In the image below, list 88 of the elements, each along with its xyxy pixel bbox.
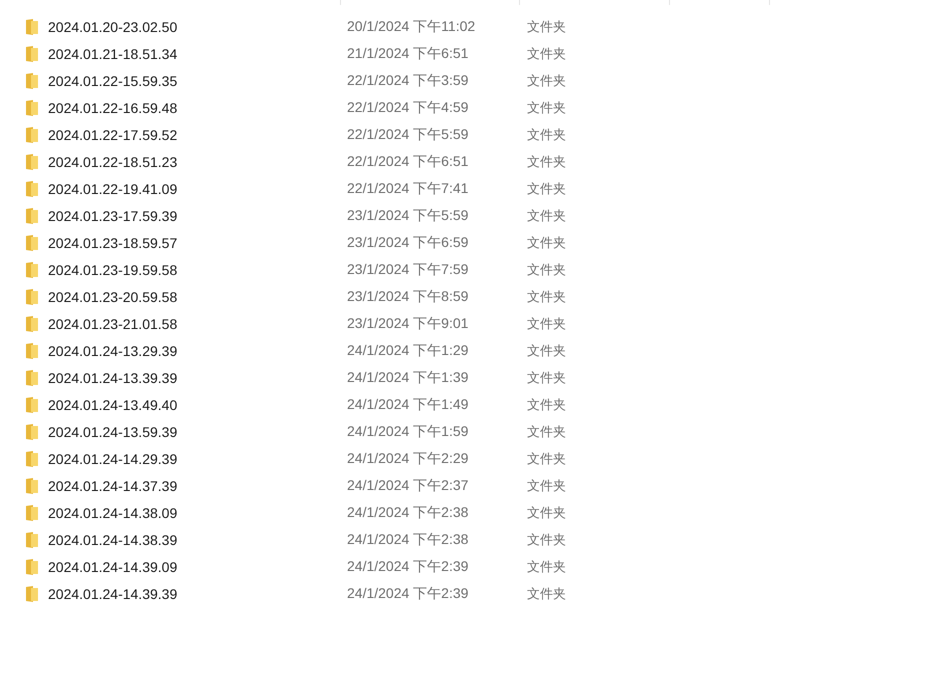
folder-name[interactable]: 2024.01.22-19.41.09 xyxy=(48,180,178,196)
file-type: 文件夹 xyxy=(526,180,567,198)
folder-icon xyxy=(26,208,38,224)
file-type: 文件夹 xyxy=(526,234,567,252)
file-type: 文件夹 xyxy=(526,316,567,332)
modified-date: 24/1/2024 下午2:38 xyxy=(346,504,470,522)
file-type: 文件夹 xyxy=(526,370,567,386)
modified-date: 24/1/2024 下午2:39 xyxy=(346,558,470,576)
folder-icon xyxy=(26,450,38,466)
folder-icon xyxy=(26,424,38,440)
folder-icon xyxy=(26,478,38,494)
modified-date: 24/1/2024 下午2:39 xyxy=(346,584,470,602)
folder-name[interactable]: 2024.01.23-21.01.58 xyxy=(48,316,178,332)
folder-icon xyxy=(26,532,38,548)
folder-name[interactable]: 2024.01.24-14.29.39 xyxy=(48,450,178,466)
modified-date: 24/1/2024 下午2:38 xyxy=(346,530,470,548)
folder-name[interactable]: 2024.01.24-14.39.09 xyxy=(48,558,178,574)
modified-date: 22/1/2024 下午7:41 xyxy=(346,180,470,198)
modified-date: 24/1/2024 下午2:37 xyxy=(346,476,470,494)
folder-icon xyxy=(26,46,38,62)
file-type: 文件夹 xyxy=(526,72,567,90)
folder-icon xyxy=(26,72,38,88)
folder-name[interactable]: 2024.01.24-13.39.39 xyxy=(48,370,178,386)
folder-name[interactable]: 2024.01.22-17.59.52 xyxy=(48,126,178,142)
folder-name[interactable]: 2024.01.24-14.38.39 xyxy=(48,532,178,548)
modified-date: 23/1/2024 下午8:59 xyxy=(346,288,470,306)
file-type: 文件夹 xyxy=(526,100,567,116)
file-type: 文件夹 xyxy=(526,46,567,62)
folder-icon xyxy=(26,18,38,34)
folder-icon xyxy=(26,180,38,196)
folder-icon xyxy=(26,342,38,358)
modified-date: 22/1/2024 下午5:59 xyxy=(346,126,470,144)
modified-date: 23/1/2024 下午9:01 xyxy=(346,314,470,332)
file-type: 文件夹 xyxy=(526,154,567,170)
folder-icon xyxy=(26,288,38,304)
modified-date: 24/1/2024 下午2:29 xyxy=(346,450,470,468)
file-type: 文件夹 xyxy=(526,288,567,306)
file-type: 文件夹 xyxy=(526,342,567,360)
file-type: 文件夹 xyxy=(526,396,567,414)
modified-date: 22/1/2024 下午6:51 xyxy=(346,152,470,170)
modified-date: 21/1/2024 下午6:51 xyxy=(346,44,470,62)
modified-date: 23/1/2024 下午6:59 xyxy=(346,234,470,252)
folder-icon xyxy=(26,126,38,142)
file-type: 文件夹 xyxy=(526,18,567,36)
file-type: 文件夹 xyxy=(526,558,567,576)
file-type: 文件夹 xyxy=(526,532,567,548)
file-type: 文件夹 xyxy=(526,424,567,440)
folder-name[interactable]: 2024.01.24-13.29.39 xyxy=(48,342,178,358)
file-type: 文件夹 xyxy=(526,208,567,224)
modified-date: 23/1/2024 下午7:59 xyxy=(346,260,470,278)
modified-date: 24/1/2024 下午1:59 xyxy=(346,422,470,440)
folder-name[interactable]: 2024.01.23-20.59.58 xyxy=(48,288,178,304)
file-type: 文件夹 xyxy=(526,126,567,144)
folder-icon xyxy=(26,100,38,116)
folder-name[interactable]: 2024.01.24-13.59.39 xyxy=(48,424,178,440)
folder-icon xyxy=(26,234,38,250)
folder-icon xyxy=(26,586,38,602)
modified-date: 22/1/2024 下午3:59 xyxy=(346,72,470,90)
folder-icon xyxy=(26,504,38,520)
modified-date: 24/1/2024 下午1:39 xyxy=(346,368,470,386)
folder-name[interactable]: 2024.01.22-15.59.35 xyxy=(48,72,178,88)
folder-name[interactable]: 2024.01.21-18.51.34 xyxy=(48,46,178,62)
file-type: 文件夹 xyxy=(526,504,567,522)
folder-name[interactable]: 2024.01.22-18.51.23 xyxy=(48,154,178,170)
folder-name[interactable]: 2024.01.23-17.59.39 xyxy=(48,208,178,224)
folder-icon xyxy=(26,262,38,278)
modified-date: 24/1/2024 下午1:49 xyxy=(346,396,470,414)
folder-name[interactable]: 2024.01.24-14.38.09 xyxy=(48,504,178,520)
modified-date: 22/1/2024 下午4:59 xyxy=(346,98,470,116)
folder-name[interactable]: 2024.01.23-18.59.57 xyxy=(48,234,178,250)
modified-date: 20/1/2024 下午11:02 xyxy=(346,18,476,36)
folder-icon xyxy=(26,154,38,170)
file-type: 文件夹 xyxy=(526,478,567,494)
folder-name[interactable]: 2024.01.23-19.59.58 xyxy=(48,262,178,278)
folder-name[interactable]: 2024.01.24-14.37.39 xyxy=(48,478,178,494)
folder-name[interactable]: 2024.01.24-13.49.40 xyxy=(48,396,178,412)
file-type: 文件夹 xyxy=(526,586,567,602)
folder-name[interactable]: 2024.01.22-16.59.48 xyxy=(48,100,178,116)
folder-icon xyxy=(26,370,38,386)
file-type: 文件夹 xyxy=(526,450,567,468)
modified-date: 24/1/2024 下午1:29 xyxy=(346,342,470,360)
folder-icon xyxy=(26,558,38,574)
modified-date: 23/1/2024 下午5:59 xyxy=(346,206,470,224)
folder-icon xyxy=(26,316,38,332)
folder-icon xyxy=(26,396,38,412)
folder-name[interactable]: 2024.01.24-14.39.39 xyxy=(48,586,178,602)
file-type: 文件夹 xyxy=(526,262,567,278)
folder-name[interactable]: 2024.01.20-23.02.50 xyxy=(48,18,178,34)
